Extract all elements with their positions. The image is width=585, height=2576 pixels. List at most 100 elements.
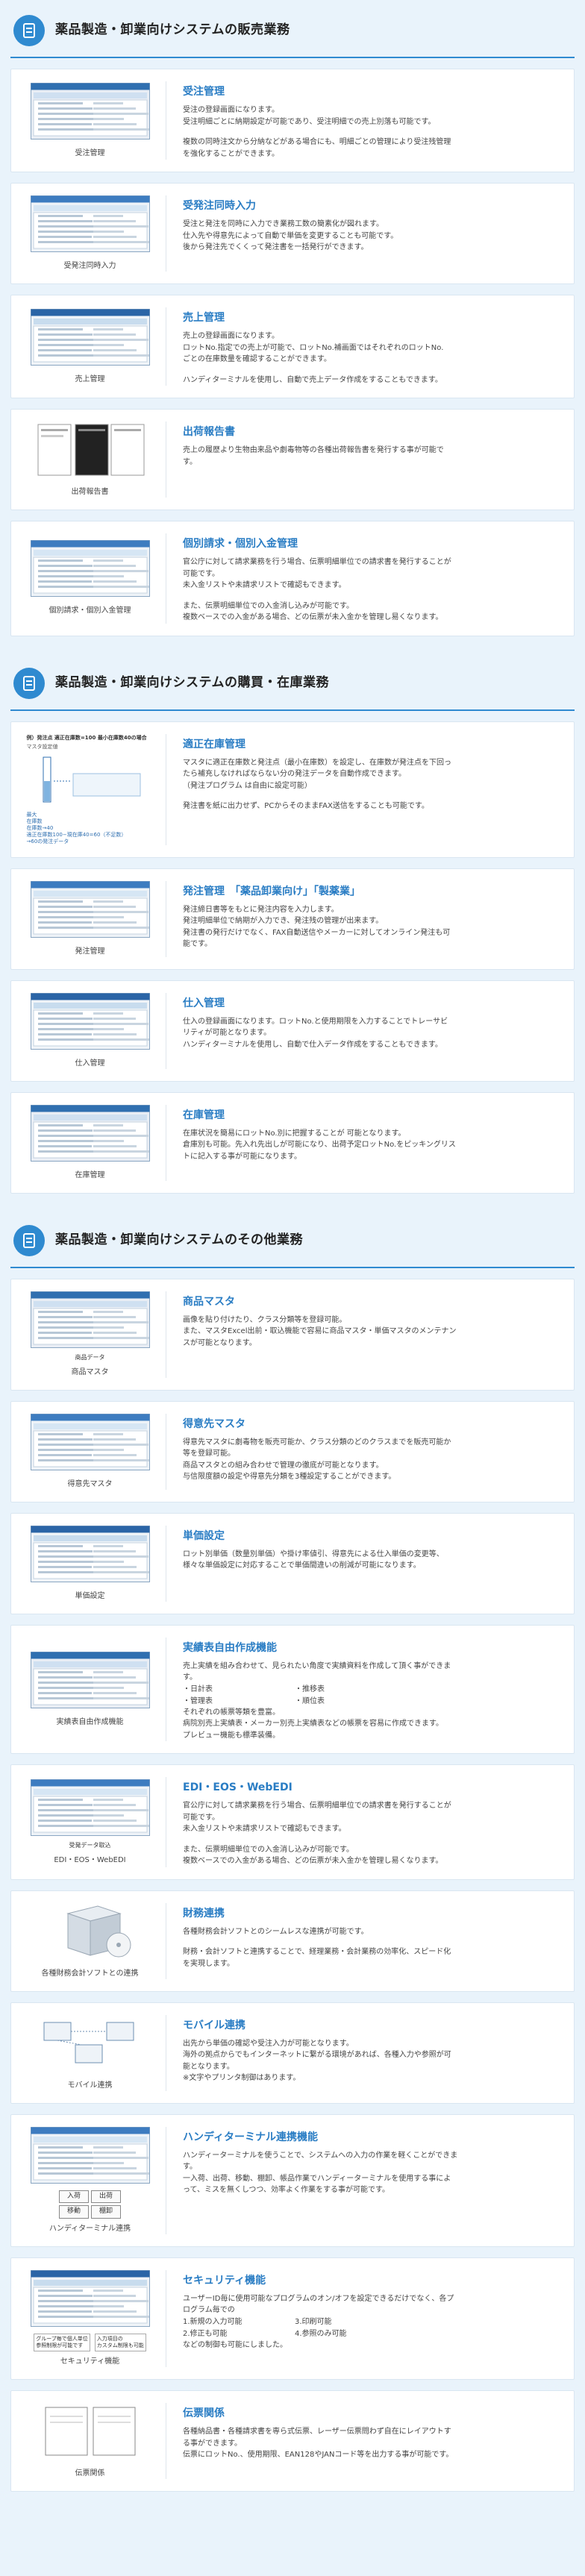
feature-title: 仕入管理 — [183, 997, 225, 1009]
screenshot-caption: 単価設定 — [75, 1591, 105, 1600]
feature-card: 在庫管理 在庫管理 在庫状況を簡易にロットNo.別に把握することが 可能となります。… — [10, 1091, 575, 1194]
description-line: を強化することができます。 — [183, 149, 279, 158]
description-line: 各種納品書・各種請求書を専ら式伝票、レーザー伝票問わず自在にレイアウトす — [183, 2428, 451, 2436]
feature-list-item: 4.参照のみ可能 — [295, 2329, 347, 2338]
description-line: マスタに適正在庫数と発注点（最小在庫数）を設定し、在庫数が発注点を下回っ — [183, 758, 451, 767]
screenshot-image — [30, 1525, 150, 1586]
description-line: 財務・会計ソフトと連携することで、経理業務・会計業務の効率化、スピード化 — [183, 1948, 451, 1957]
feature-list-item: 3.印刷可能 — [295, 2317, 332, 2326]
screenshot-caption: 受注管理 — [75, 148, 105, 157]
screenshot-caption: セキュリティ機能 — [60, 2357, 120, 2366]
screenshot-image — [30, 992, 150, 1053]
screenshot-image — [30, 82, 150, 143]
description-line: それぞれの帳票等類を豊富。 — [183, 1708, 280, 1717]
feature-description: マスタに適正在庫数と発注点（最小在庫数）を設定し、在庫数が発注点を下回っ たら補充… — [183, 757, 560, 812]
screenshot-caption: 受発注同時入力 — [63, 262, 116, 270]
description-line: 未入金リストや未請求リストで確認もできます。 — [183, 1825, 346, 1834]
feature-screenshot: 受発注同時入力 — [25, 195, 166, 272]
description-line: などの制御も可能にしました。 — [183, 2340, 287, 2349]
description-line: ロット別単価（数量別単価）や掛け率値引、得意先による仕入単価の変更等、 — [183, 1549, 444, 1558]
feature-screenshot: 各種財務会計ソフトとの連携 — [25, 1902, 166, 1979]
description-line: 官公庁に対して請求業務を行う場合、伝票明細単位での請求書を発行することが — [183, 558, 451, 566]
screenshot-image — [30, 308, 150, 369]
screenshot-image — [31, 2403, 150, 2463]
feature-list-item: ・順位表 — [295, 1696, 325, 1705]
feature-title: 出荷報告書 — [183, 426, 235, 438]
feature-text: モバイル連携 出先から単価の確認や受注入力が可能となります。 海外の拠点からでもイン… — [166, 2015, 560, 2091]
description-line: 仕入先や得意先によって自動で単価を変更することも可能です。 — [183, 231, 398, 240]
screenshot-caption: 得意先マスタ — [67, 1479, 113, 1488]
feature-title: 売上管理 — [183, 312, 225, 324]
screenshot-image — [30, 1779, 150, 1840]
description-line: リティが可能となります。 — [183, 1029, 272, 1038]
feature-text: 適正在庫管理マスタに適正在庫数と発注点（最小在庫数）を設定し、在庫数が発注点を下… — [166, 734, 560, 845]
section-2: 薬品製造・卸業向けシステムのその他業務 商品データ 商品マスタ 商品マスタ 画像を貼り… — [10, 1220, 575, 2492]
description-line: 伝票にロットNo.、使用期限、EAN128やJANコード等を出力する事が可能です… — [183, 2451, 454, 2460]
feature-description: 売上の履歴より生物由来品や劇毒物等の各種出荷報告書を発行する事が可能で す。 — [183, 445, 560, 468]
security-panel: 入力項目の カスタム制限も可能 — [94, 2333, 146, 2352]
feature-list-item: 1.新規の入力可能 — [183, 2317, 243, 2326]
feature-text: 売上管理 売上の登録画面になります。 ロットNo.指定での売上が可能で、ロットNo.… — [166, 307, 560, 386]
description-line: また、伝票明細単位での入金消し込みが可能です。 — [183, 1845, 354, 1854]
description-line: 売上の登録画面になります。 — [183, 332, 279, 340]
feature-screenshot: 例）発注点 適正在庫数=100 最小在庫数40の場合 マスタ設定値 最大 在庫数 在庫… — [25, 733, 166, 845]
handy-buttons: 入荷 出荷 移動 棚卸 — [59, 2190, 121, 2219]
feature-description: 受注と発注を同時に入力でき業務工数の簡素化が図れます。 仕入先や得意先によって自動… — [183, 219, 560, 254]
feature-text: 単価設定 ロット別単価（数量別単価）や掛け率値引、得意先による仕入単価の変更等、様… — [166, 1526, 560, 1602]
screenshot-image — [31, 422, 150, 482]
description-line: す。 — [183, 2163, 197, 2172]
feature-title: 実績表自由作成機能 — [183, 1641, 277, 1654]
section-title: 薬品製造・卸業向けシステムの購買・在庫業務 — [55, 674, 329, 690]
description-line: ログラム毎での — [183, 2306, 235, 2315]
diagram-note: 適正在庫数100−現在庫40=60（不足数） — [26, 831, 127, 838]
stock-diagram: 例）発注点 適正在庫数=100 最小在庫数40の場合 マスタ設定値 最大 在庫数 在庫… — [27, 734, 154, 845]
diagram-note: 在庫数 — [26, 818, 43, 824]
feature-screenshot: 受注管理 — [25, 81, 166, 160]
description-line: ハンディーターミナルを使うことで、システムへの入力の作業を軽くことができま — [183, 2151, 458, 2160]
description-line: 売上実績を組み合わせて、見られたい角度で実績資料を作成して頂く事ができま — [183, 1661, 451, 1670]
feature-screenshot: 実績表自由作成機能 — [25, 1637, 166, 1742]
handy-button: 移動 — [59, 2205, 89, 2219]
feature-list-item: ・推移表 — [295, 1685, 325, 1693]
description-line: 得意先マスタに劇毒物を販売可能か、クラス分類のどのクラスまでを販売可能か — [183, 1438, 451, 1447]
feature-title: 受発注同時入力 — [183, 200, 256, 212]
feature-card: 出荷報告書 出荷報告書 売上の履歴より生物由来品や劇毒物等の各種出荷報告書を発行する… — [10, 409, 575, 510]
description-line: って、ミスを無くしつつ、効率よく作業をする事が可能です。 — [183, 2186, 390, 2195]
feature-text: 仕入管理 仕入の登録画面になります。ロットNo.と使用期限を入力することでトレーサ… — [166, 993, 560, 1069]
feature-card: 得意先マスタ 得意先マスタ 得意先マスタに劇毒物を販売可能か、クラス分類のどのクラス… — [10, 1400, 575, 1502]
description-line: 未入金リストや未請求リストで確認もできます。 — [183, 581, 346, 589]
diagram-note: →60の発注データ — [26, 838, 69, 844]
description-line: 商品マスタとの組み合わせで管理の徹底が可能となります。 — [183, 1461, 384, 1470]
description-line: 発注書を紙に出力せず、PCからそのままFAX送信をすることも可能です。 — [183, 802, 429, 810]
description-line: る事ができます。 — [183, 2439, 242, 2448]
description-line: 画像を貼り付けたり、クラス分類等を登録可能。 — [183, 1315, 347, 1324]
description-line: また、伝票明細単位での入金消し込みが可能です。 — [183, 601, 354, 610]
feature-card: 単価設定 単価設定 ロット別単価（数量別単価）や掛け率値引、得意先による仕入単価の変… — [10, 1512, 575, 1614]
feature-title: 適正在庫管理 — [183, 738, 245, 750]
feature-card: 各種財務会計ソフトとの連携 財務連携 各種財務会計ソフトとのシームレスな連携が可能で… — [10, 1890, 575, 1992]
feature-description: 各種納品書・各種請求書を専ら式伝票、レーザー伝票問わず自在にレイアウトす る事がで… — [183, 2426, 560, 2461]
section-header: 薬品製造・卸業向けシステムのその他業務 — [10, 1220, 575, 1268]
feature-title: セキュリティ機能 — [183, 2274, 266, 2287]
screenshot-caption: 伝票関係 — [75, 2469, 105, 2478]
feature-screenshot: 伝票関係 — [25, 2403, 166, 2480]
feature-description: ロット別単価（数量別単価）や掛け率値引、得意先による仕入単価の変更等、 様々な単価… — [183, 1549, 560, 1572]
description-line: 売上の履歴より生物由来品や劇毒物等の各種出荷報告書を発行する事が可能で — [183, 446, 444, 454]
description-line: 海外の拠点からでもインターネットに繋がる環境があれば、各種入力や参照が可 — [183, 2051, 451, 2060]
feature-text: 個別請求・個別入金管理 官公庁に対して請求業務を行う場合、伝票明細単位での請求書を… — [166, 533, 560, 624]
description-line: ハンディターミナルを使用し、自動で仕入データ作成をすることもできます。 — [183, 1040, 442, 1049]
feature-screenshot: 在庫管理 — [25, 1104, 166, 1181]
description-line: す。 — [183, 1673, 197, 1682]
feature-screenshot: 単価設定 — [25, 1525, 166, 1602]
feature-list-item: ・日計表 — [183, 1685, 213, 1693]
feature-title: 伝票関係 — [183, 2407, 225, 2420]
feature-text: EDI・EOS・WebEDI 官公庁に対して請求業務を行う場合、伝票明細単位での請… — [166, 1777, 560, 1867]
screenshot-caption: 出荷報告書 — [71, 488, 109, 496]
description-line: 発注書の発行だけでなく、FAX自動送信やメーカーに対してオンライン発注も可 — [183, 928, 451, 937]
feature-text: セキュリティ機能 ユーザーID毎に使用可能なプログラムのオン/オフを設定できるだけ… — [166, 2270, 560, 2367]
